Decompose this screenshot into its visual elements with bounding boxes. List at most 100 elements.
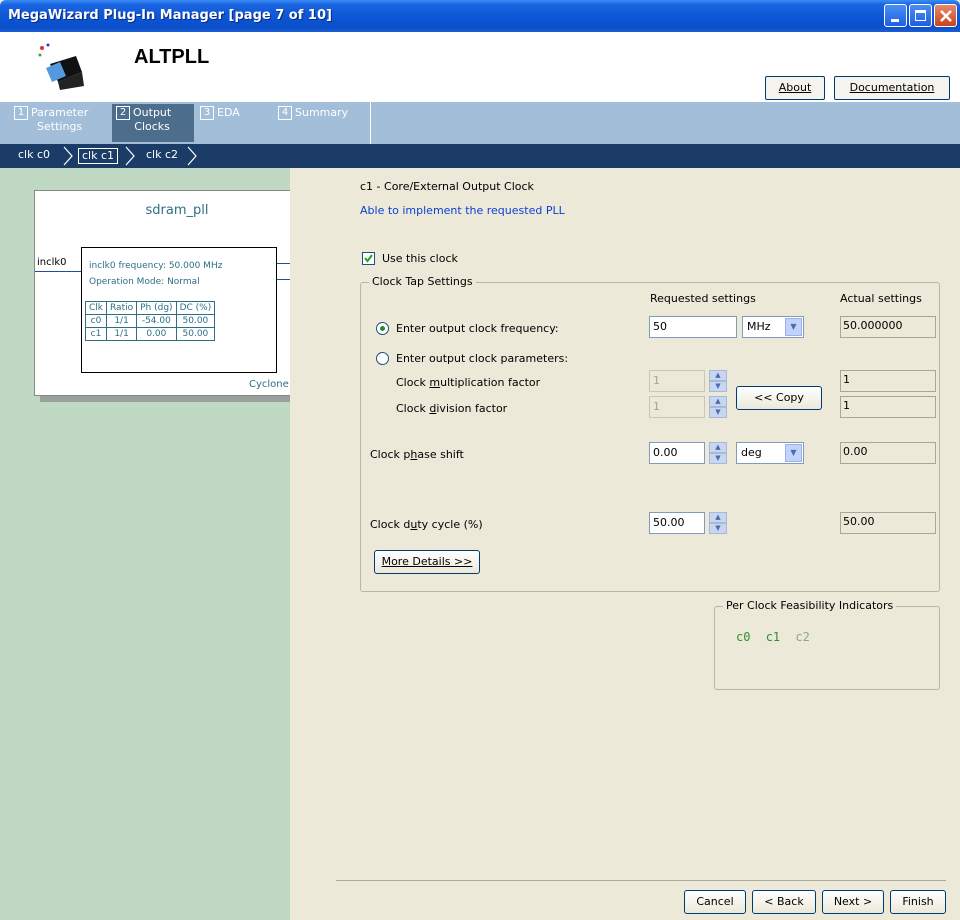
feasibility-c2: c2 (795, 630, 810, 644)
multiplication-factor-input[interactable]: 1 (649, 370, 705, 392)
frequency-option-label: Enter output clock frequency: (396, 322, 559, 335)
table-header: Ph (dg) (136, 301, 177, 315)
footer-separator (336, 880, 946, 881)
spin-down-icon: ▼ (709, 407, 727, 418)
more-details-label: More Details >> (381, 555, 473, 568)
frequency-unit-value: MHz (747, 320, 771, 333)
step-label-line2: Settings (37, 120, 83, 133)
about-label: About (778, 81, 812, 94)
step-summary[interactable]: 4 Summary (278, 104, 368, 142)
breadcrumb-clk-c0[interactable]: clk c0 (18, 148, 50, 164)
clock-breadcrumb: clk c0 clk c1 clk c2 (0, 144, 960, 168)
division-factor-actual: 1 (840, 396, 936, 418)
title-bar: MegaWizard Plug-In Manager [page 7 of 10… (0, 0, 960, 32)
multiplication-factor-actual: 1 (840, 370, 936, 392)
table-cell: 1/1 (105, 327, 138, 341)
spin-up-icon: ▲ (709, 370, 727, 381)
step-label-line1: Parameter (31, 106, 89, 119)
table-header: Ratio (105, 301, 138, 315)
step-label-line2: Clocks (134, 120, 170, 133)
documentation-button[interactable]: Documentation (834, 76, 950, 100)
spin-down-icon: ▼ (709, 523, 727, 534)
app-name: ALTPLL (134, 46, 210, 68)
step-parameter-settings[interactable]: 1 Parameter Settings (14, 104, 108, 142)
chevron-down-icon: ▼ (785, 318, 802, 336)
copy-button[interactable]: << Copy (736, 386, 822, 410)
feasibility-indicators-group: Per Clock Feasibility Indicators (714, 599, 940, 690)
spin-up-icon: ▲ (709, 396, 727, 407)
phase-shift-stepper[interactable]: ▲ ▼ (709, 442, 727, 464)
table-row: c0 1/1 -54.00 50.00 (85, 314, 216, 328)
frequency-option-radio[interactable] (376, 322, 389, 335)
maximize-button[interactable] (909, 4, 932, 27)
table-cell: 50.00 (175, 314, 216, 328)
next-button[interactable]: Next > (822, 890, 884, 914)
spin-up-icon: ▲ (709, 512, 727, 523)
group-title: Clock Tap Settings (369, 275, 476, 288)
page-title: c1 - Core/External Output Clock (360, 180, 534, 193)
wizard-header: ALTPLL About Documentation (0, 32, 960, 102)
chevron-right-icon (187, 146, 197, 166)
feasibility-title: Per Clock Feasibility Indicators (723, 599, 897, 612)
requested-settings-header: Requested settings (650, 292, 756, 305)
minimize-button[interactable] (884, 4, 907, 27)
use-clock-label: Use this clock (382, 252, 458, 265)
table-cell: c1 (85, 327, 107, 341)
clock-summary-table: Clk Ratio Ph (dg) DC (%) c0 1/1 -54.00 5… (85, 301, 216, 341)
steps-divider (370, 102, 371, 144)
step-number: 1 (14, 106, 28, 120)
phase-shift-input[interactable]: 0.00 (649, 442, 705, 464)
parameters-option-label: Enter output clock parameters: (396, 352, 569, 365)
duty-cycle-label: Clock duty cycle (%) (370, 518, 483, 531)
table-cell: c0 (85, 314, 107, 328)
division-factor-input[interactable]: 1 (649, 396, 705, 418)
maximize-icon (915, 10, 926, 21)
about-button[interactable]: About (765, 76, 825, 100)
close-button[interactable] (934, 4, 957, 27)
pll-name: sdram_pll (145, 203, 209, 218)
phase-unit-value: deg (741, 446, 762, 459)
phase-unit-select[interactable]: deg ▼ (736, 442, 804, 464)
parameters-option-radio[interactable] (376, 352, 389, 365)
phase-shift-actual: 0.00 (840, 442, 936, 464)
pll-diagram: sdram_pll inclk0 inclk0 frequency: 50.00… (34, 190, 318, 396)
next-label: Next > (833, 895, 873, 908)
duty-cycle-input[interactable]: 50.00 (649, 512, 705, 534)
breadcrumb-clk-c1[interactable]: clk c1 (78, 148, 119, 164)
input-frequency-text: inclk0 frequency: 50.000 MHz (89, 261, 223, 271)
operation-mode-text: Operation Mode: Normal (89, 277, 200, 287)
duty-cycle-stepper[interactable]: ▲ ▼ (709, 512, 727, 534)
step-label-line1: Output (133, 106, 172, 119)
table-header: DC (%) (175, 301, 216, 315)
table-row: c1 1/1 0.00 50.00 (85, 327, 216, 341)
phase-shift-label: Clock phase shift (370, 448, 464, 461)
table-cell: 1/1 (105, 314, 138, 328)
table-cell: 0.00 (136, 327, 177, 341)
chevron-right-icon (63, 146, 73, 166)
chevron-right-icon (125, 146, 135, 166)
step-output-clocks[interactable]: 2 Output Clocks (112, 104, 194, 142)
feasibility-c1: c1 (765, 630, 781, 644)
settings-panel: c1 - Core/External Output Clock Able to … (290, 168, 960, 920)
input-pin-line (35, 271, 81, 272)
division-factor-stepper[interactable]: ▲ ▼ (709, 396, 727, 418)
window-title: MegaWizard Plug-In Manager [page 7 of 10… (8, 8, 332, 23)
step-number: 2 (116, 106, 130, 120)
duty-cycle-actual: 50.00 (840, 512, 936, 534)
minimize-icon (891, 19, 899, 22)
frequency-input[interactable]: 50 (649, 316, 737, 338)
feasibility-indicators: c0 c1 c2 (736, 630, 818, 644)
step-label-line1: EDA (217, 106, 240, 119)
more-details-button[interactable]: More Details >> (374, 550, 480, 574)
step-number: 3 (200, 106, 214, 120)
finish-button[interactable]: Finish (890, 890, 946, 914)
status-message: Able to implement the requested PLL (360, 204, 565, 217)
frequency-unit-select[interactable]: MHz ▼ (742, 316, 804, 338)
wizard-steps: 1 Parameter Settings 2 Output Clocks 3 EDA 4S… (0, 102, 960, 144)
step-eda[interactable]: 3 EDA (200, 104, 272, 142)
back-button[interactable]: < Back (752, 890, 816, 914)
breadcrumb-clk-c2[interactable]: clk c2 (146, 148, 178, 164)
use-clock-checkbox[interactable] (362, 252, 375, 265)
multiplication-factor-stepper[interactable]: ▲ ▼ (709, 370, 727, 392)
cancel-button[interactable]: Cancel (684, 890, 746, 914)
